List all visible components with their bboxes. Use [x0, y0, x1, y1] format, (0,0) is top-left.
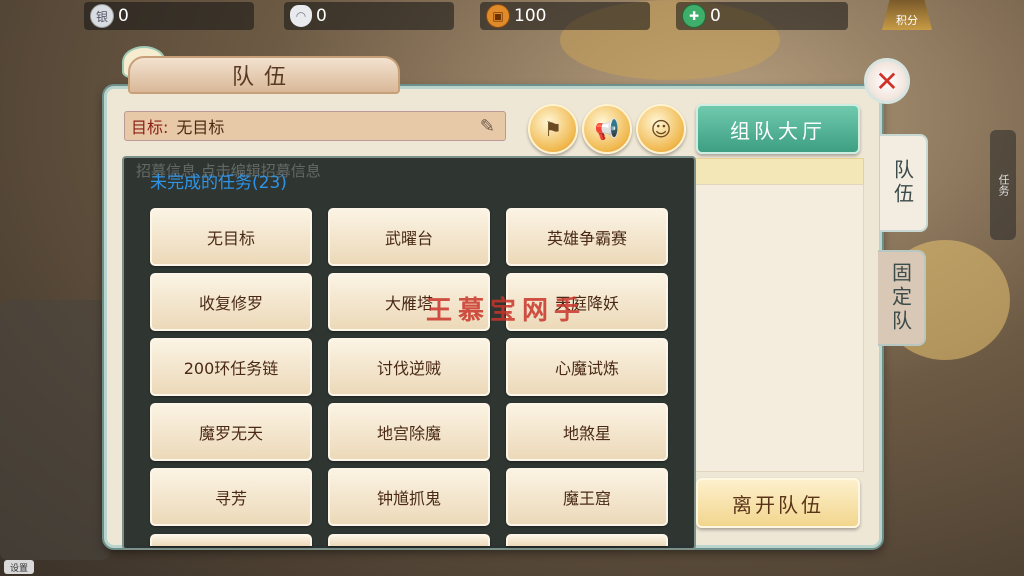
- task-option[interactable]: 寻芳: [150, 468, 312, 526]
- recruit-horn-button[interactable]: 📢: [582, 104, 632, 154]
- settings-chip[interactable]: 设置: [4, 560, 34, 574]
- flag-icon: ⚑: [544, 117, 562, 141]
- page-title: 队伍: [231, 65, 296, 90]
- points-button[interactable]: 积分: [882, 0, 932, 30]
- silver-ingot-icon: ◠: [290, 5, 312, 27]
- brush-edit-icon[interactable]: ✎: [480, 116, 495, 137]
- tab-fixed-team[interactable]: 固定队: [878, 250, 926, 346]
- task-option-partial[interactable]: [328, 534, 490, 546]
- close-icon: ✕: [875, 64, 899, 98]
- jade-icon: ✚: [682, 4, 706, 28]
- panel-title-banner: 队伍: [128, 56, 400, 94]
- team-lobby-button[interactable]: 组队大厅: [696, 104, 860, 154]
- task-option-partial[interactable]: [506, 534, 668, 546]
- mascot-face-icon: ☺: [650, 117, 672, 141]
- resource-jade[interactable]: ✚ 0: [676, 2, 848, 30]
- resource-copper-coin[interactable]: ▣ 100: [480, 2, 650, 30]
- task-option[interactable]: 魔王窟: [506, 468, 668, 526]
- task-option[interactable]: 地宫除魔: [328, 403, 490, 461]
- task-list-header: 未完成的任务(23): [150, 173, 287, 193]
- tab-tasks-mini[interactable]: 任务: [990, 130, 1016, 240]
- task-option[interactable]: 无目标: [150, 208, 312, 266]
- resource-value: 100: [514, 6, 547, 26]
- background-pillar: [0, 300, 110, 560]
- member-area: [690, 184, 864, 472]
- task-option[interactable]: 武曜台: [328, 208, 490, 266]
- resource-value: 0: [316, 6, 327, 26]
- target-label: 目标:: [131, 118, 169, 137]
- task-option[interactable]: 收复修罗: [150, 273, 312, 331]
- task-option[interactable]: 钟馗抓鬼: [328, 468, 490, 526]
- task-option[interactable]: 魔罗无天: [150, 403, 312, 461]
- task-option[interactable]: 英雄争霸赛: [506, 208, 668, 266]
- resource-bar: 银 0 ◠ 0 ▣ 100 ✚ 0 积分: [0, 0, 1024, 34]
- watermark: 王慕宝网手: [426, 296, 587, 326]
- info-strip: [690, 158, 864, 186]
- task-option[interactable]: 地煞星: [506, 403, 668, 461]
- tab-team[interactable]: 队伍: [880, 134, 928, 232]
- task-option[interactable]: 心魔试炼: [506, 338, 668, 396]
- leave-team-button[interactable]: 离开队伍: [696, 478, 860, 528]
- chat-flag-button[interactable]: ⚑: [528, 104, 578, 154]
- horn-icon: 📢: [594, 117, 620, 141]
- task-option[interactable]: 200环任务链: [150, 338, 312, 396]
- copper-coin-icon: ▣: [486, 4, 510, 28]
- mascot-button[interactable]: ☺: [636, 104, 686, 154]
- target-bar[interactable]: 目标: 无目标 ✎: [124, 111, 506, 141]
- silver-note-icon: 银: [90, 4, 114, 28]
- resource-value: 0: [710, 6, 721, 26]
- task-option-partial[interactable]: [150, 534, 312, 546]
- target-value: 无目标: [176, 118, 225, 137]
- resource-value: 0: [118, 6, 129, 26]
- resource-silver-note[interactable]: 银 0: [84, 2, 254, 30]
- task-option[interactable]: 讨伐逆贼: [328, 338, 490, 396]
- resource-silver-ingot[interactable]: ◠ 0: [284, 2, 454, 30]
- close-button[interactable]: ✕: [864, 58, 910, 104]
